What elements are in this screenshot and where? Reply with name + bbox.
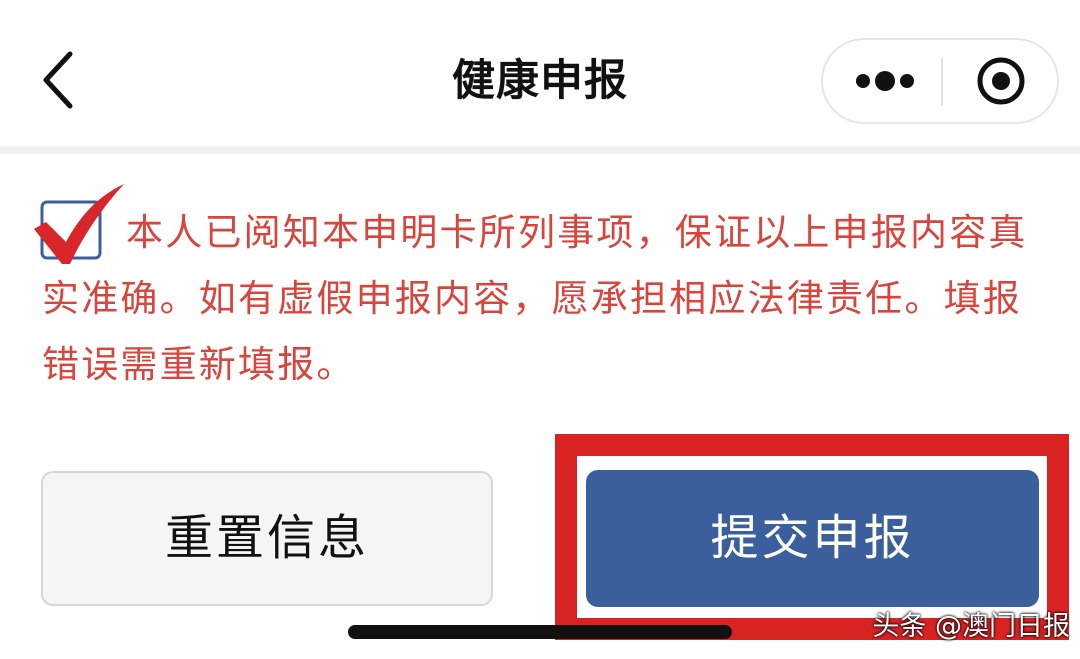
chevron-left-icon [43,51,73,109]
watermark: 头条 @澳门日报 [872,611,1070,642]
back-button[interactable] [30,48,90,112]
reset-button[interactable]: 重置信息 [41,471,493,606]
record-close-icon [977,57,1025,105]
home-indicator [348,625,732,639]
mini-program-capsule [821,38,1059,124]
nav-bar: 健康申报 [0,0,1080,146]
declaration-text: 本人已阅知本申明卡所列事项，保证以上申报内容真实准确。如有虚假申报内容，愿承担相… [42,211,1028,386]
more-dots-icon [856,71,914,91]
more-button[interactable] [823,40,941,122]
page-title: 健康申报 [452,56,628,106]
close-button[interactable] [943,40,1059,122]
submit-button[interactable]: 提交申报 [586,470,1039,607]
header-divider [0,146,1080,154]
